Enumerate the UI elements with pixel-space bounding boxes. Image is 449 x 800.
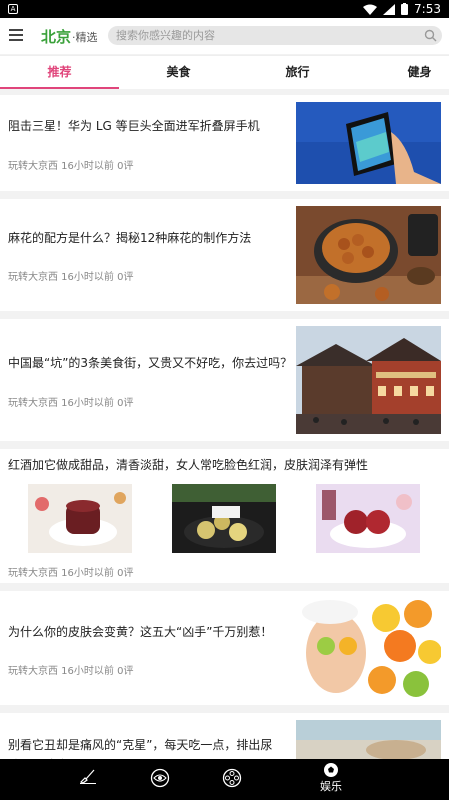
article-title[interactable]: 阻击三星！华为 LG 等巨头全面进军折叠屏手机 [8, 116, 260, 136]
article-card[interactable]: 别看它丑却是痛风的“克星”，每天吃一点，排出尿酸，预防痛风 [0, 713, 449, 772]
signal-icon [383, 3, 396, 15]
film-reel-icon [222, 768, 242, 788]
battery-icon [401, 3, 409, 15]
nav-item-brush[interactable] [58, 759, 118, 800]
article-title[interactable]: 麻花的配方是什么？揭秘12种麻花的制作方法 [8, 228, 251, 248]
article-title[interactable]: 红酒加它做成甜品，清香淡甜，女人常吃脸色红润，皮肤润泽有弹性 [8, 455, 368, 475]
article-thumbnail[interactable] [296, 102, 441, 184]
city-suffix: ·精选 [72, 31, 98, 44]
article-card[interactable]: 麻花的配方是什么？揭秘12种麻花的制作方法 玩转大京西 16小时以前 0评 [0, 199, 449, 311]
article-meta: 玩转大京西 16小时以前 0评 [8, 568, 134, 579]
city-name[interactable]: 北京 [41, 26, 71, 47]
article-thumbnail[interactable] [296, 720, 441, 759]
tab-fitness[interactable]: 健身 [390, 56, 449, 90]
article-thumbnail[interactable] [296, 206, 441, 304]
menu-icon[interactable] [9, 29, 23, 41]
article-thumbnail[interactable] [172, 484, 276, 553]
nav-item-entertainment[interactable]: 娱乐 [301, 759, 361, 800]
top-header: 北京 ·精选 [0, 18, 449, 54]
soccer-icon [324, 763, 338, 777]
article-card[interactable]: 阻击三星！华为 LG 等巨头全面进军折叠屏手机 玩转大京西 16小时以前 0评 [0, 95, 449, 191]
active-tab-indicator [0, 87, 119, 89]
article-meta: 玩转大京西 16小时以前 0评 [8, 272, 134, 283]
search-input[interactable] [116, 27, 416, 44]
wifi-icon [363, 4, 378, 15]
article-meta: 玩转大京西 16小时以前 0评 [8, 666, 134, 677]
article-meta: 玩转大京西 16小时以前 0评 [8, 161, 134, 172]
nav-item-film[interactable] [202, 759, 262, 800]
search-icon[interactable] [424, 29, 437, 42]
article-card[interactable]: 为什么你的皮肤会变黄？这五大“凶手”千万别惹！ 玩转大京西 16小时以前 0评 [0, 591, 449, 705]
nav-item-eye[interactable] [130, 759, 190, 800]
article-card[interactable]: 红酒加它做成甜品，清香淡甜，女人常吃脸色红润，皮肤润泽有弹性 玩转大京西 16小… [0, 449, 449, 583]
article-thumbnail[interactable] [28, 484, 132, 553]
tab-food[interactable]: 美食 [119, 56, 238, 90]
article-card[interactable]: 中国最“坑”的3条美食街，又贵又不好吃，你去过吗？ 玩转大京西 16小时以前 0… [0, 319, 449, 441]
article-thumbnail[interactable] [316, 484, 420, 553]
tab-travel[interactable]: 旅行 [238, 56, 357, 90]
article-thumbnail[interactable] [296, 598, 441, 698]
tab-recommend[interactable]: 推荐 [0, 56, 119, 90]
article-meta: 玩转大京西 16小时以前 0评 [8, 398, 134, 409]
eye-icon [150, 768, 170, 788]
article-title[interactable]: 为什么你的皮肤会变黄？这五大“凶手”千万别惹！ [8, 622, 272, 642]
notification-icon: A [8, 4, 18, 14]
category-tabs: 推荐 美食 旅行 健身 [0, 55, 449, 89]
article-thumbnail[interactable] [296, 326, 441, 434]
search-bar[interactable] [108, 26, 442, 45]
nav-label-entertainment: 娱乐 [320, 780, 342, 793]
article-title[interactable]: 中国最“坑”的3条美食街，又贵又不好吃，你去过吗？ [8, 353, 292, 373]
brush-icon [79, 769, 96, 784]
bottom-nav: 娱乐 [0, 759, 449, 800]
status-bar: A 7:53 [0, 0, 449, 18]
clock: 7:53 [414, 2, 441, 16]
